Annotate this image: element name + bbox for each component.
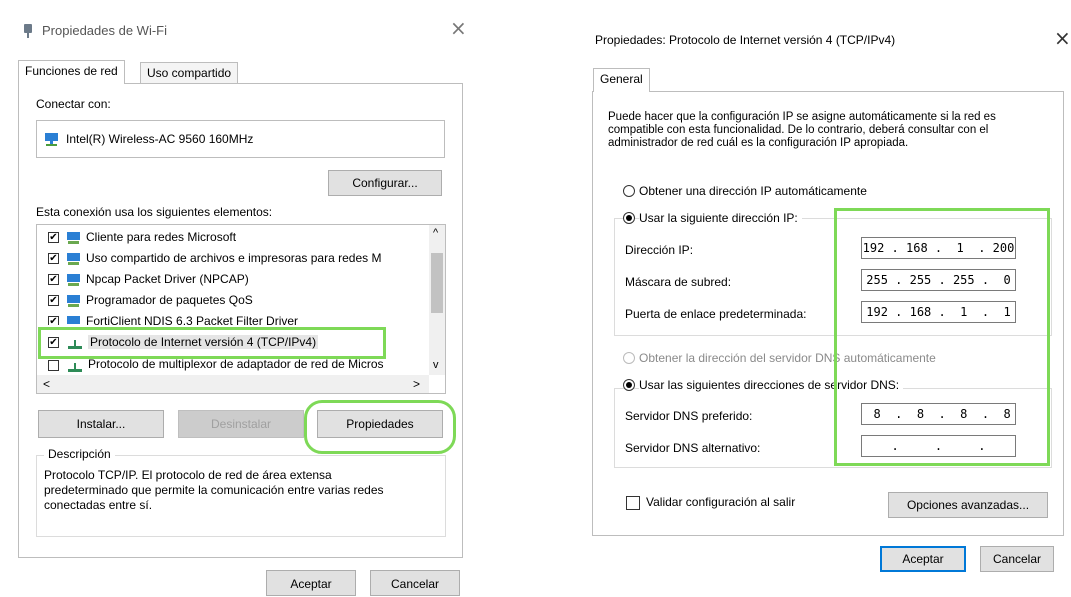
scroll-down-icon[interactable]: v [433,359,439,371]
manual-dns-radio[interactable] [623,379,635,391]
item-checkbox[interactable]: ✔ [48,253,59,264]
window-title: Propiedades: Protocolo de Internet versi… [595,33,896,47]
ok-button[interactable]: Aceptar [880,546,966,572]
elements-label: Esta conexión usa los siguientes element… [36,205,273,219]
item-checkbox[interactable] [48,360,59,371]
validate-checkbox[interactable] [626,496,640,510]
item-label: FortiClient NDIS 6.3 Packet Filter Drive… [86,314,299,325]
connect-with-label: Conectar con: [36,97,111,111]
subnet-mask-label: Máscara de subred: [625,275,732,289]
ipv4-properties-window: Propiedades: Protocolo de Internet versi… [584,0,1071,590]
item-label: Npcap Packet Driver (NPCAP) [86,272,249,286]
packet-driver-icon [66,273,82,290]
list-item[interactable]: ✔ FortiClient NDIS 6.3 Packet Filter Dri… [44,313,424,325]
highlight-properties-button [304,400,456,454]
window-title: Propiedades de Wi-Fi [42,23,167,38]
list-item[interactable]: ✔ Programador de paquetes QoS [44,292,424,310]
horizontal-scrollbar[interactable] [37,375,429,393]
filter-driver-icon [66,315,82,325]
cancel-button[interactable]: Cancelar [370,570,460,596]
item-checkbox[interactable]: ✔ [48,232,59,243]
qos-scheduler-icon [66,294,82,311]
configure-button[interactable]: Configurar... [328,170,442,196]
item-label: Programador de paquetes QoS [86,293,253,307]
scrollbar-thumb[interactable] [431,253,443,313]
ok-button[interactable]: Aceptar [266,570,356,596]
wifi-properties-window: Propiedades de Wi-Fi × Funciones de red … [10,0,472,596]
tab-general[interactable]: General [593,68,650,92]
scroll-up-icon[interactable]: ^ [433,227,438,239]
intro-text: Puede hacer que la configuración IP se a… [608,111,996,149]
highlight-ip-fields [834,208,1050,466]
alternate-dns-label: Servidor DNS alternativo: [625,441,761,455]
item-label: Uso compartido de archivos e impresoras … [86,251,382,265]
network-adapter-icon [44,132,60,149]
highlight-tcpip-item [38,327,386,359]
description-label: Descripción [44,447,115,461]
cancel-button[interactable]: Cancelar [980,546,1054,572]
item-label: Protocolo de multiplexor de adaptador de… [88,357,384,371]
advanced-options-button[interactable]: Opciones avanzadas... [888,492,1048,518]
validate-label[interactable]: Validar configuración al salir [646,495,795,509]
scroll-left-icon[interactable]: < [43,377,50,391]
item-checkbox[interactable]: ✔ [48,274,59,285]
tab-networking[interactable]: Funciones de red [18,60,125,84]
item-label: Cliente para redes Microsoft [86,230,237,244]
close-icon[interactable]: × [450,16,467,40]
close-icon[interactable]: × [1054,26,1071,50]
adapter-name: Intel(R) Wireless-AC 9560 160MHz [66,132,254,146]
file-share-icon [66,252,82,269]
item-checkbox[interactable]: ✔ [48,316,59,325]
install-button[interactable]: Instalar... [38,410,164,438]
wifi-adapter-icon [22,24,34,41]
uninstall-button: Desinstalar [178,410,304,438]
client-network-icon [66,231,82,248]
tab-sharing[interactable]: Uso compartido [140,62,239,84]
list-item[interactable]: ✔ Cliente para redes Microsoft [44,229,424,247]
scroll-right-icon[interactable]: > [413,377,420,391]
preferred-dns-label: Servidor DNS preferido: [625,409,753,423]
ip-address-label: Dirección IP: [625,243,694,257]
manual-ip-label[interactable]: Usar la siguiente dirección IP: [639,211,802,225]
manual-ip-radio[interactable] [623,212,635,224]
multiplexor-protocol-icon [68,362,82,376]
item-checkbox[interactable]: ✔ [48,295,59,306]
description-text: Protocolo TCP/IP. El protocolo de red de… [44,468,384,512]
list-item[interactable]: ✔ Npcap Packet Driver (NPCAP) [44,271,424,289]
auto-dns-radio [623,352,635,364]
list-item[interactable]: ✔ Uso compartido de archivos e impresora… [44,250,424,268]
auto-ip-radio[interactable] [623,185,635,197]
gateway-label: Puerta de enlace predeterminada: [625,307,807,321]
auto-ip-label[interactable]: Obtener una dirección IP automáticamente [639,184,867,198]
